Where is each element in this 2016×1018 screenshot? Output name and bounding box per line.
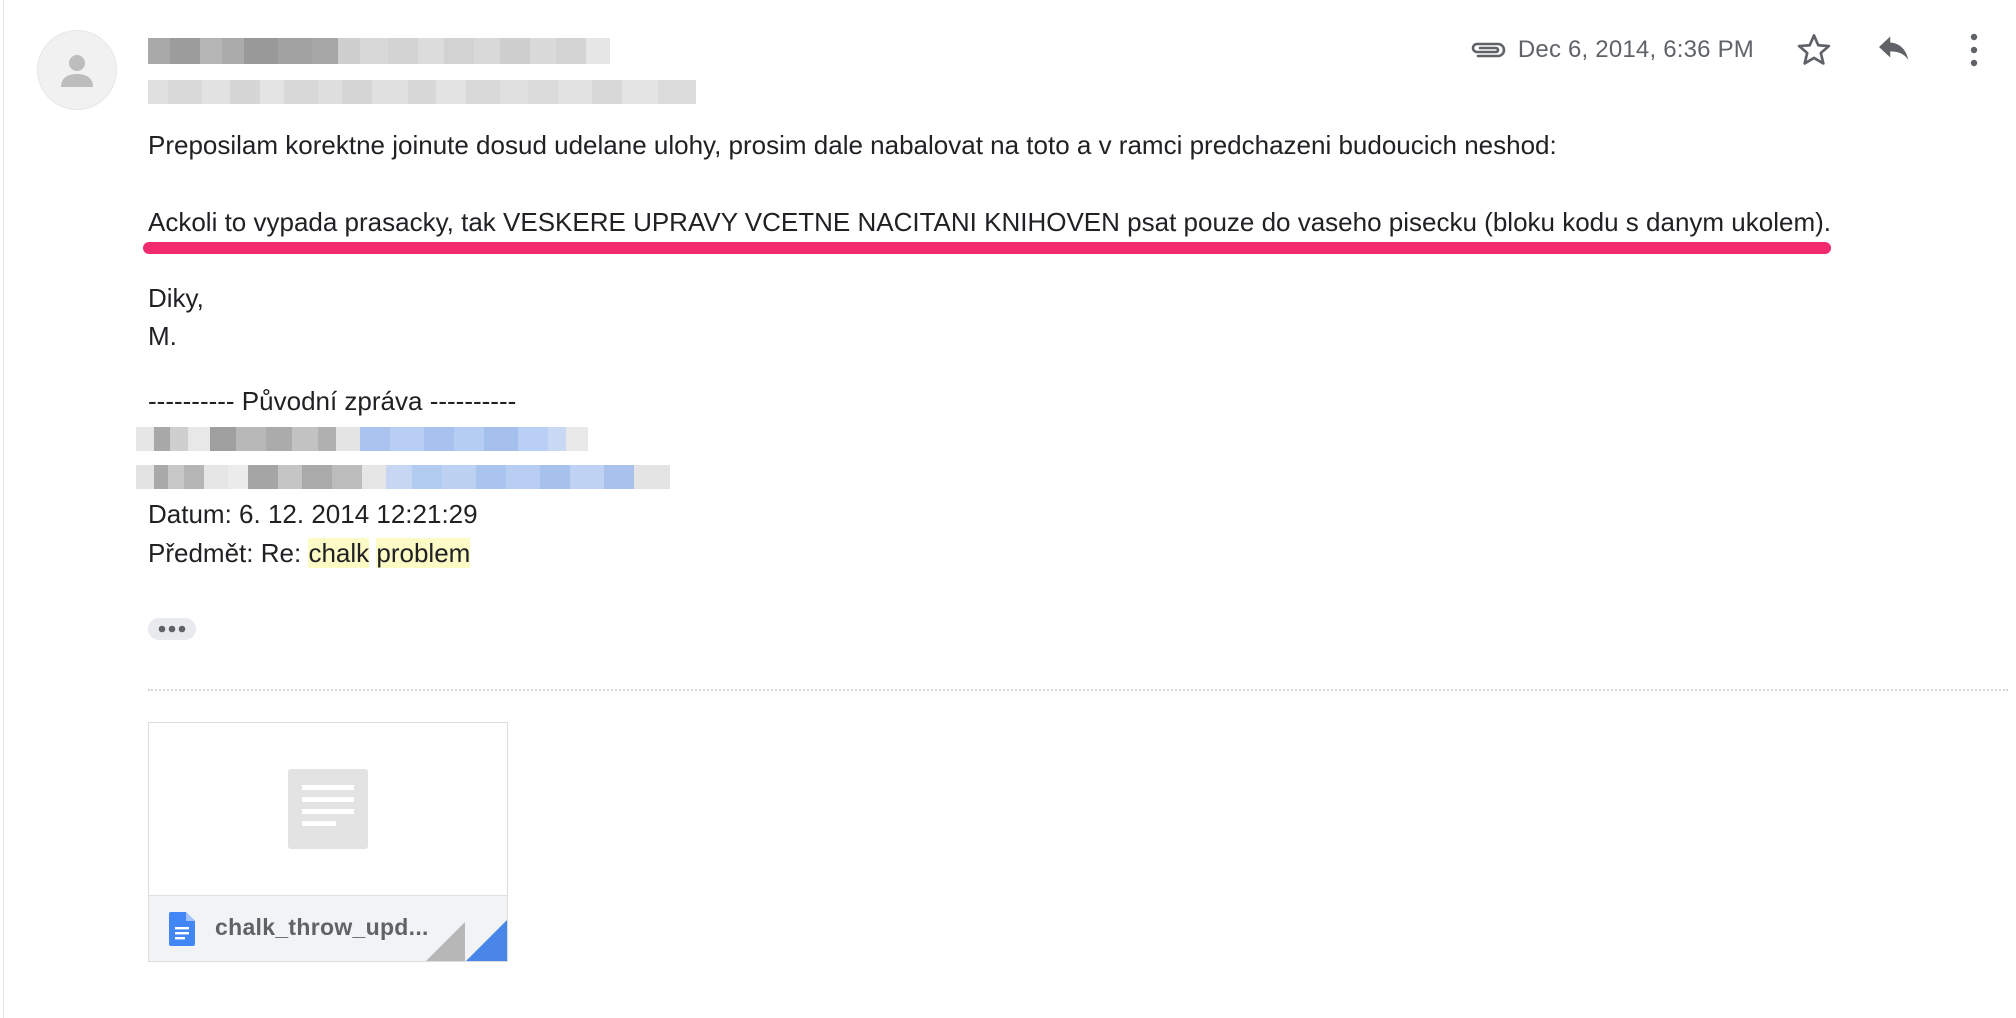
reply-icon	[1879, 36, 1909, 60]
forwarded-date-row: Datum: 6. 12. 2014 12:21:29	[148, 495, 478, 533]
forwarded-from-redacted	[136, 427, 618, 451]
forwarded-separator: ---------- Původní zpráva ----------	[148, 386, 517, 416]
forwarded-to-redacted	[136, 465, 670, 489]
google-docs-icon	[169, 912, 195, 946]
star-outline-icon	[1797, 34, 1831, 65]
drive-corner-fold	[426, 920, 507, 961]
attachment-preview	[149, 723, 507, 895]
message-line-1: Preposilam korektne joinute dosud udelan…	[148, 130, 1557, 160]
more-vert-icon	[1970, 33, 1978, 67]
message-line-2: Ackoli to vypada prasacky, tak VESKERE U…	[148, 207, 1831, 237]
forwarded-subject-row: Předmět: Re: chalk problem	[148, 534, 471, 572]
sender-name-redacted	[148, 38, 614, 64]
attachment-filename: chalk_throw_upd...	[215, 914, 429, 940]
attachment-footer: chalk_throw_upd...	[149, 895, 507, 961]
forwarded-date-value: 6. 12. 2014 12:21:29	[239, 499, 478, 529]
show-trimmed-content-button[interactable]	[148, 618, 196, 640]
divider	[3, 0, 4, 1018]
message-date: Dec 6, 2014, 6:36 PM	[1517, 36, 1754, 63]
attachments-divider	[148, 689, 2008, 691]
document-thumbnail-icon	[288, 769, 368, 849]
sender-email-redacted	[148, 80, 696, 104]
forwarded-subject-label: Předmět:	[148, 538, 254, 568]
sender-avatar[interactable]	[37, 30, 117, 110]
message-header-actions: Dec 6, 2014, 6:36 PM	[1468, 30, 1996, 70]
star-button[interactable]	[1792, 28, 1836, 72]
red-highlight-underline	[143, 242, 1831, 254]
attachment-card[interactable]: chalk_throw_upd...	[148, 722, 508, 962]
person-icon	[61, 55, 93, 87]
signoff-line-1: Diky,	[148, 283, 204, 313]
paperclip-icon	[1471, 42, 1506, 58]
email-message-view: Dec 6, 2014, 6:36 PM Preposilam korektne…	[0, 0, 2016, 1018]
search-highlight-chalk: chalk	[308, 538, 370, 568]
ellipsis-icon	[158, 625, 186, 633]
forwarded-subject-prefix: Re:	[260, 538, 302, 568]
more-options-button[interactable]	[1952, 28, 1996, 72]
reply-button[interactable]	[1872, 28, 1916, 72]
signoff-line-2: M.	[148, 321, 177, 351]
search-highlight-problem: problem	[376, 538, 471, 568]
forwarded-date-label: Datum:	[148, 499, 232, 529]
